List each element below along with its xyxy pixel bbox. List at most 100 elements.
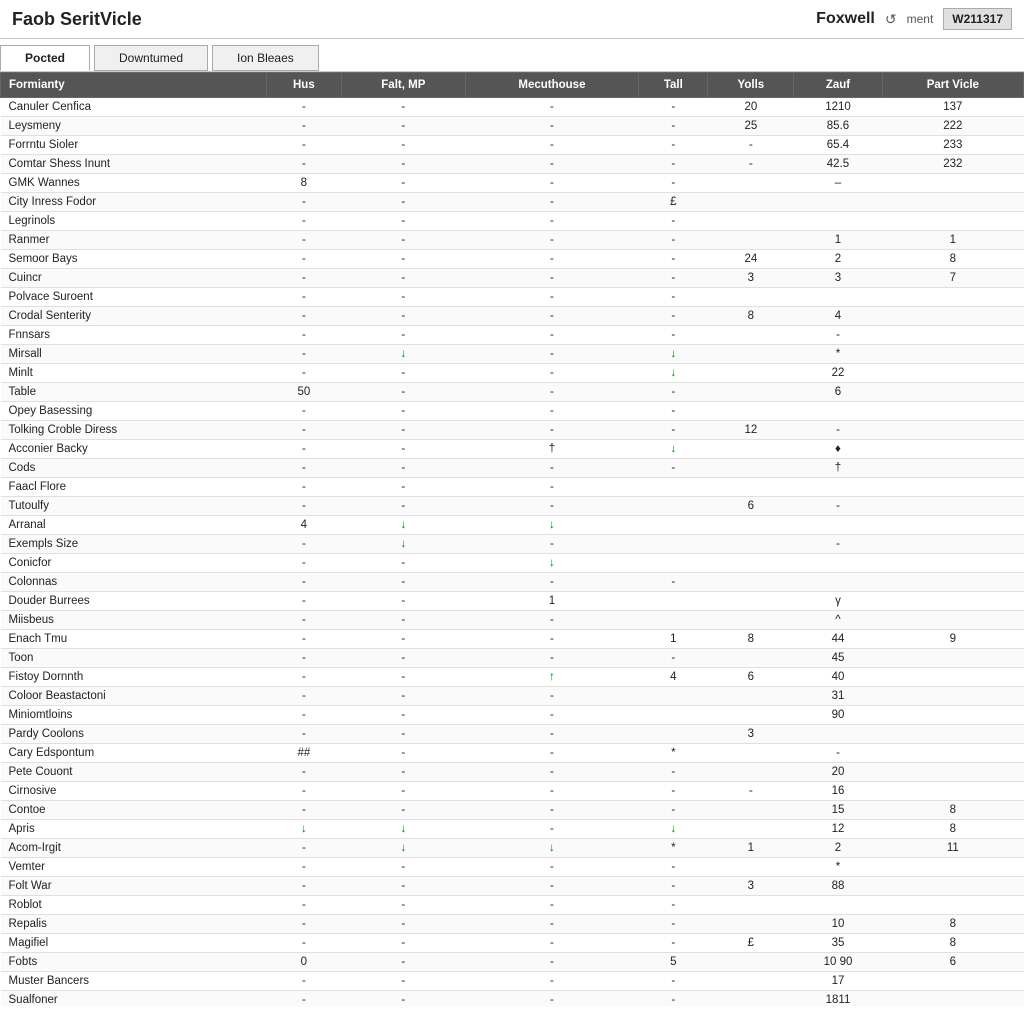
tab-ion-bleaes[interactable]: Ion Bleaes bbox=[212, 45, 319, 71]
col-header-hus: Hus bbox=[266, 73, 341, 98]
table-cell bbox=[882, 744, 1023, 763]
table-cell: - bbox=[465, 611, 639, 630]
table-cell: - bbox=[465, 953, 639, 972]
table-cell: - bbox=[465, 307, 639, 326]
table-cell: - bbox=[465, 820, 639, 839]
table-cell: - bbox=[465, 877, 639, 896]
table-cell: - bbox=[341, 554, 465, 573]
table-cell: - bbox=[341, 858, 465, 877]
table-cell: 6 bbox=[708, 497, 794, 516]
table-cell bbox=[882, 516, 1023, 535]
table-cell: - bbox=[341, 934, 465, 953]
tab-downtumed[interactable]: Downtumed bbox=[94, 45, 208, 71]
table-cell bbox=[794, 478, 882, 497]
table-cell bbox=[882, 421, 1023, 440]
table-cell: Semoor Bays bbox=[1, 250, 267, 269]
table-cell: - bbox=[266, 573, 341, 592]
table-cell: 1 bbox=[465, 592, 639, 611]
table-cell: 2 bbox=[794, 250, 882, 269]
table-row: Canuler Cenfica----201210137 bbox=[1, 98, 1024, 117]
table-cell: Tolking Croble Diress bbox=[1, 421, 267, 440]
table-cell: - bbox=[341, 155, 465, 174]
table-cell: - bbox=[341, 668, 465, 687]
table-row: Pete Couont----20 bbox=[1, 763, 1024, 782]
table-cell: - bbox=[266, 801, 341, 820]
table-cell: - bbox=[266, 725, 341, 744]
table-cell: - bbox=[465, 383, 639, 402]
table-row: Toon----45 bbox=[1, 649, 1024, 668]
table-cell: Coloor Beastactoni bbox=[1, 687, 267, 706]
table-cell: 44 bbox=[794, 630, 882, 649]
table-cell bbox=[708, 991, 794, 1007]
table-cell: ↓ bbox=[465, 839, 639, 858]
table-cell: - bbox=[341, 193, 465, 212]
table-cell: - bbox=[465, 345, 639, 364]
table-cell: ♦ bbox=[794, 440, 882, 459]
table-cell: 50 bbox=[266, 383, 341, 402]
table-cell: Conicfor bbox=[1, 554, 267, 573]
table-cell: - bbox=[341, 877, 465, 896]
table-cell: - bbox=[465, 98, 639, 117]
table-cell bbox=[882, 782, 1023, 801]
table-cell bbox=[708, 288, 794, 307]
table-cell: - bbox=[465, 269, 639, 288]
table-cell: - bbox=[266, 630, 341, 649]
table-cell: Arranal bbox=[1, 516, 267, 535]
table-row: Arranal4↓↓ bbox=[1, 516, 1024, 535]
table-cell bbox=[882, 193, 1023, 212]
table-cell: 3 bbox=[708, 269, 794, 288]
table-row: Colonnas---- bbox=[1, 573, 1024, 592]
table-cell bbox=[708, 478, 794, 497]
table-cell bbox=[708, 174, 794, 193]
table-cell bbox=[882, 611, 1023, 630]
table-cell: - bbox=[639, 991, 708, 1007]
table-cell: - bbox=[465, 991, 639, 1007]
table-cell: - bbox=[639, 307, 708, 326]
table-cell bbox=[794, 725, 882, 744]
table-row: Leysmeny----2585.6222 bbox=[1, 117, 1024, 136]
table-cell: Miniomtloins bbox=[1, 706, 267, 725]
table-cell: 65.4 bbox=[794, 136, 882, 155]
table-cell: - bbox=[266, 459, 341, 478]
table-cell bbox=[882, 858, 1023, 877]
table-cell bbox=[708, 687, 794, 706]
table-cell: - bbox=[465, 364, 639, 383]
tab-pocted[interactable]: Pocted bbox=[0, 45, 90, 71]
table-cell: - bbox=[266, 858, 341, 877]
col-header-part-vicle: Part Vicle bbox=[882, 73, 1023, 98]
table-cell: 8 bbox=[882, 820, 1023, 839]
table-cell: 137 bbox=[882, 98, 1023, 117]
table-cell: - bbox=[341, 706, 465, 725]
table-cell: - bbox=[266, 326, 341, 345]
table-cell bbox=[639, 516, 708, 535]
table-cell: - bbox=[465, 915, 639, 934]
table-row: Douder Burrees--1γ bbox=[1, 592, 1024, 611]
table-cell bbox=[882, 345, 1023, 364]
table-cell bbox=[882, 497, 1023, 516]
table-row: Acconier Backy--†↓♦ bbox=[1, 440, 1024, 459]
table-cell: - bbox=[794, 535, 882, 554]
table-cell: 12 bbox=[794, 820, 882, 839]
refresh-icon[interactable]: ↺ bbox=[885, 11, 897, 28]
table-cell: 9 bbox=[882, 630, 1023, 649]
table-cell bbox=[882, 402, 1023, 421]
table-cell: - bbox=[341, 972, 465, 991]
table-cell bbox=[708, 801, 794, 820]
table-cell: - bbox=[266, 250, 341, 269]
table-row: Minlt---↓22 bbox=[1, 364, 1024, 383]
table-cell: - bbox=[465, 630, 639, 649]
table-cell: Colonnas bbox=[1, 573, 267, 592]
table-cell: - bbox=[341, 611, 465, 630]
table-row: Legrinols---- bbox=[1, 212, 1024, 231]
table-cell: - bbox=[266, 763, 341, 782]
table-cell: - bbox=[465, 573, 639, 592]
table-cell bbox=[708, 972, 794, 991]
table-cell: - bbox=[341, 307, 465, 326]
table-row: Ranmer----11 bbox=[1, 231, 1024, 250]
table-row: Cary Edspontum##--*- bbox=[1, 744, 1024, 763]
table-cell: - bbox=[266, 497, 341, 516]
table-cell: - bbox=[465, 402, 639, 421]
table-cell: 25 bbox=[708, 117, 794, 136]
table-cell bbox=[708, 915, 794, 934]
table-cell: Polvace Suroent bbox=[1, 288, 267, 307]
